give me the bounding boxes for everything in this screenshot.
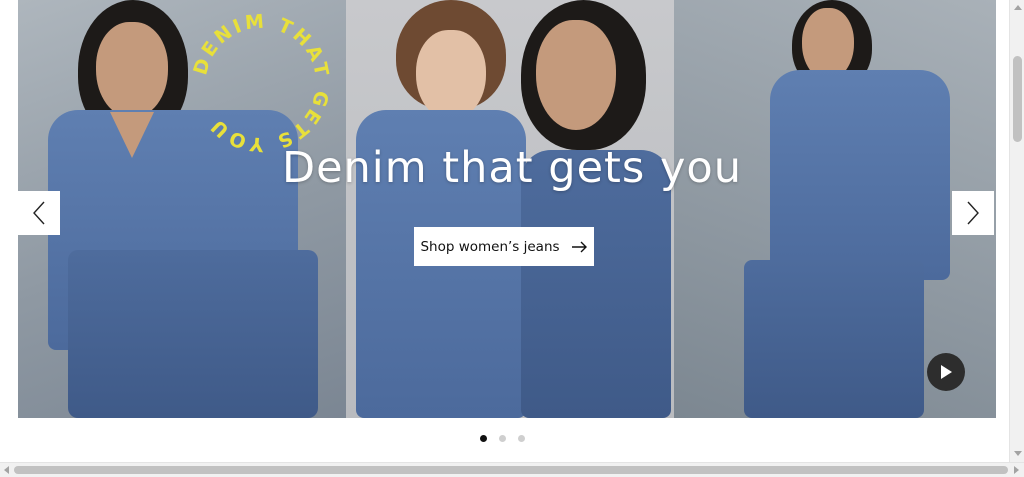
play-icon (941, 365, 952, 379)
play-video-button[interactable] (927, 353, 965, 391)
circle-text-badge: DENIM THAT GETS YOU (189, 10, 333, 155)
vertical-scroll-thumb[interactable] (1013, 56, 1022, 142)
hero-image-center (346, 0, 674, 418)
chevron-left-icon (33, 201, 45, 225)
horizontal-scroll-thumb[interactable] (14, 466, 1008, 474)
carousel-pagination (480, 435, 525, 442)
scroll-right-icon[interactable] (1014, 466, 1019, 474)
carousel-dot-1[interactable] (480, 435, 487, 442)
chevron-right-icon (967, 201, 979, 225)
arrow-right-icon (571, 241, 587, 252)
shop-womens-jeans-button[interactable]: Shop women’s jeans (414, 227, 594, 266)
hero-banner: DENIM THAT GETS YOU Denim that gets you (18, 0, 996, 418)
hero-image-left: DENIM THAT GETS YOU (18, 0, 346, 418)
scroll-up-icon[interactable] (1014, 5, 1022, 10)
vertical-scrollbar[interactable] (1009, 0, 1024, 462)
carousel-dot-3[interactable] (518, 435, 525, 442)
scroll-down-icon[interactable] (1014, 451, 1022, 456)
carousel-dot-2[interactable] (499, 435, 506, 442)
svg-text:DENIM THAT GETS YOU: DENIM THAT GETS YOU (189, 10, 333, 155)
carousel-prev-button[interactable] (18, 191, 60, 235)
cta-label: Shop women’s jeans (420, 238, 560, 255)
hero-headline: Denim that gets you (281, 143, 742, 193)
horizontal-scrollbar[interactable] (0, 462, 1024, 477)
carousel-next-button[interactable] (952, 191, 994, 235)
scroll-left-icon[interactable] (4, 466, 9, 474)
